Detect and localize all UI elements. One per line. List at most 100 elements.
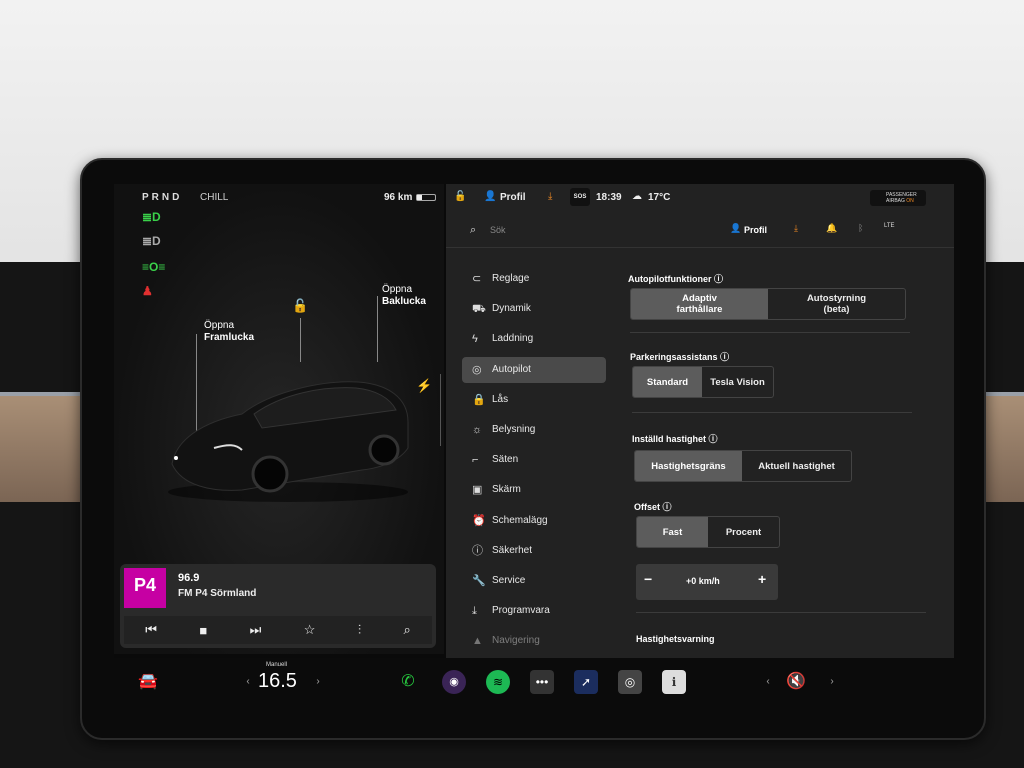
set-speed-selector: Hastighetsgräns Aktuell hastighet (634, 450, 852, 482)
menu-item-label: Lås (492, 393, 509, 405)
menu-item-reglage[interactable]: ⊂ Reglage (462, 266, 606, 292)
option-speed-limit[interactable]: Hastighetsgräns (635, 451, 743, 481)
option-percent[interactable]: Procent (708, 517, 779, 547)
lock-status-icon[interactable]: 🔓 (454, 191, 466, 202)
sos-button[interactable]: SOS (570, 188, 590, 206)
camera-icon[interactable]: ◉ (442, 670, 466, 694)
profile-icon[interactable]: 👤 (484, 191, 496, 202)
menu-item-label: Skärm (492, 484, 521, 496)
parking-light-icon[interactable]: ≡O≡ (142, 260, 165, 276)
menu-item-label: Säten (492, 454, 519, 466)
offset-value: +0 km/h (686, 576, 720, 586)
menu-item-lås[interactable]: 🔒 Lås (462, 387, 606, 413)
option-adaptive-cruise[interactable]: Adaptiv farthållare (631, 289, 768, 319)
radio-station: FM P4 Sörmland (178, 588, 257, 599)
prev-icon[interactable]: ⏮ (145, 622, 157, 638)
search-profile[interactable]: Profil (744, 225, 767, 235)
profile-icon[interactable]: 👤 (730, 223, 741, 234)
option-current-speed[interactable]: Aktuell hastighet (742, 451, 851, 481)
divider (636, 612, 926, 613)
media-player[interactable]: P4 96.9 FM P4 Sörmland ⏮ ■ ⏭ ☆ ⫶ ⌕ (120, 564, 436, 648)
volume-up-icon[interactable]: › (820, 670, 844, 694)
headlight-icon[interactable]: ≣D (142, 210, 164, 226)
menu-item-laddning[interactable]: ϟ Laddning (462, 326, 606, 352)
temp-up-icon[interactable]: › (306, 670, 330, 694)
dashcam-icon[interactable]: ◎ (618, 670, 642, 694)
bottom-dock: 🚘 ‹ Manuell 16.5 › ✆ ◉ ≋ ••• ➚ ◎ ℹ ‹ 🔇 › (114, 660, 954, 716)
menu-item-label: Laddning (492, 333, 534, 345)
option-autosteer[interactable]: Autostyrning (beta) (768, 289, 905, 319)
cloud-icon: ☁ (632, 191, 642, 202)
open-trunk-button[interactable]: Öppna Baklucka (382, 284, 426, 308)
menu-item-label: Säkerhet (492, 544, 533, 556)
menu-item-programvara[interactable]: ⤓ Programvara (462, 598, 606, 624)
passenger-airbag-indicator: PASSENGER AIRBAG ON (870, 190, 926, 206)
charge-port-icon[interactable]: ⚡ (416, 379, 432, 392)
update-download-icon[interactable]: ⤓ (548, 191, 552, 202)
menu-item-belysning[interactable]: ☼ Belysning (462, 417, 606, 443)
clock: 18:39 (596, 192, 622, 203)
menu-item-label: Schemalägg (492, 514, 548, 526)
settings-search-input[interactable]: Sök (490, 225, 506, 235)
wood-trim-left (0, 392, 92, 502)
stop-icon[interactable]: ■ (199, 623, 207, 638)
menu-item-skärm[interactable]: ▣ Skärm (462, 477, 606, 503)
temp-down-icon[interactable]: ‹ (236, 670, 260, 694)
search-icon[interactable]: ⌕ (470, 224, 476, 237)
bell-icon[interactable]: 🔔 (826, 223, 837, 234)
open-frunk-button[interactable]: Öppna Framlucka (204, 320, 254, 344)
option-fixed[interactable]: Fast (637, 517, 708, 547)
star-icon[interactable]: ☆ (304, 622, 316, 638)
menu-item-autopilot[interactable]: ◎ Autopilot (462, 356, 606, 383)
wrench-icon: 🔧 (472, 575, 486, 587)
option-tesla-vision[interactable]: Tesla Vision (702, 367, 773, 397)
menu-item-label: Dynamik (492, 303, 531, 315)
bluetooth-icon[interactable]: ᛒ (858, 223, 863, 233)
parking-assist-selector: Standard Tesla Vision (632, 366, 774, 398)
volume-down-icon[interactable]: ‹ (756, 670, 780, 694)
download-icon[interactable]: ⤓ (794, 223, 798, 234)
menu-item-schemalägg[interactable]: ⏰ Schemalägg (462, 508, 606, 534)
option-standard[interactable]: Standard (633, 367, 703, 397)
status-profile[interactable]: Profil (500, 192, 526, 203)
car-icon[interactable]: 🚘 (136, 670, 160, 694)
cabin-temperature[interactable]: 16.5 (258, 670, 297, 693)
decrease-button[interactable]: − (644, 571, 652, 587)
increase-button[interactable]: + (758, 571, 766, 587)
sun-icon: ☼ (472, 424, 483, 436)
more-apps-icon[interactable]: ••• (530, 670, 554, 694)
toggle-icon: ⊂ (472, 273, 482, 285)
car-icon: ⛟ (472, 303, 486, 316)
download-icon: ⤓ (472, 605, 477, 618)
navigation-app-icon[interactable]: ➚ (574, 670, 598, 694)
alarm-icon: ⏰ (472, 514, 486, 527)
lte-signal: LTE (884, 223, 895, 229)
phone-icon[interactable]: ✆ (396, 670, 420, 694)
menu-item-dynamik[interactable]: ⛟ Dynamik (462, 296, 606, 322)
steering-wheel-icon: ◎ (472, 363, 482, 376)
auto-highbeam-icon[interactable]: ≣D (142, 234, 164, 250)
menu-item-navigering[interactable]: ▲ Navigering (462, 628, 606, 654)
settings-panel: 🔓 👤 Profil ⤓ SOS 18:39 ☁ 17°C PASSENGER … (446, 184, 954, 658)
equalizer-icon[interactable]: ⫶ (358, 622, 361, 638)
gear-indicator: PRND (142, 192, 183, 203)
panel-divider-handle[interactable] (440, 374, 441, 446)
radio-frequency: 96.9 (178, 572, 200, 584)
menu-item-säkerhet[interactable]: ⓘ Säkerhet (462, 538, 606, 564)
climate-mode: Manuell (266, 662, 288, 668)
navigation-icon: ▲ (472, 635, 483, 648)
parking-assist-title: Parkeringsassistans ⓘ (630, 352, 730, 362)
spotify-icon[interactable]: ≋ (486, 670, 510, 694)
divider (632, 412, 912, 413)
info-icon: ⓘ (472, 544, 483, 557)
menu-item-säten[interactable]: ⌐ Säten (462, 447, 606, 473)
lock-icon: 🔒 (472, 393, 486, 406)
menu-item-service[interactable]: 🔧 Service (462, 568, 606, 594)
seat-icon: ⌐ (472, 454, 479, 467)
next-icon[interactable]: ⏭ (250, 622, 262, 638)
unlock-icon[interactable]: 🔓 (292, 299, 308, 312)
car-model-image (168, 381, 409, 502)
search-icon[interactable]: ⌕ (403, 622, 410, 638)
manual-icon[interactable]: ℹ (662, 670, 686, 694)
mute-icon[interactable]: 🔇 (784, 670, 808, 694)
